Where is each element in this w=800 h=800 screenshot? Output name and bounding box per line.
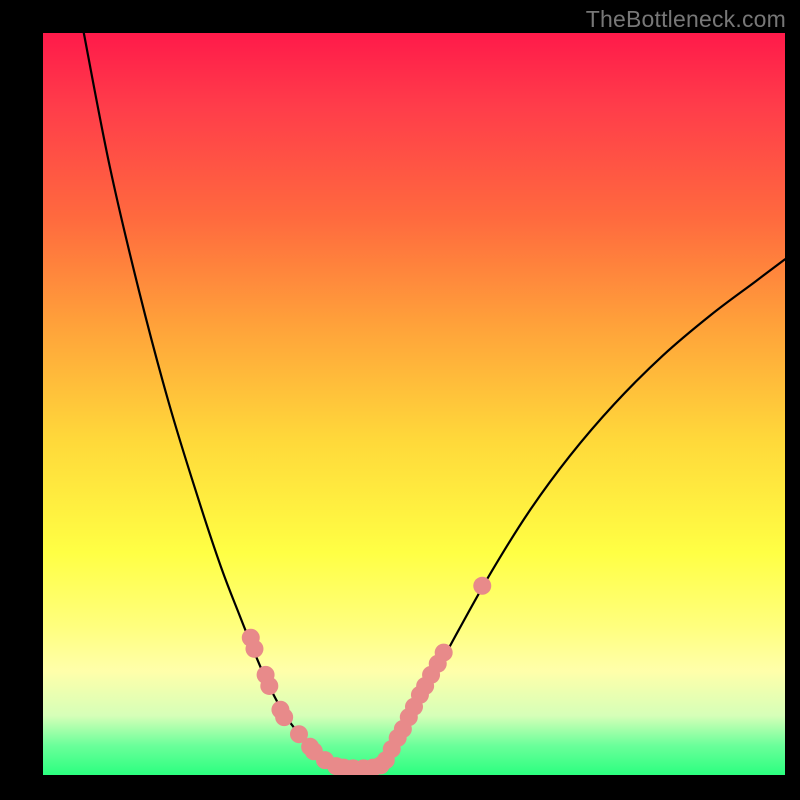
marker-point — [422, 666, 440, 684]
series-group — [84, 33, 785, 769]
marker-point — [473, 577, 491, 595]
marker-point — [327, 757, 345, 775]
marker-point — [372, 756, 390, 774]
marker-point — [335, 759, 353, 775]
marker-point — [355, 759, 373, 775]
marker-point — [416, 677, 434, 695]
marker-point — [316, 751, 334, 769]
marker-point — [344, 759, 362, 775]
watermark-text: TheBottleneck.com — [586, 6, 786, 33]
marker-point — [394, 720, 412, 738]
marker-point — [411, 686, 429, 704]
marker-point — [260, 677, 278, 695]
marker-point — [275, 708, 293, 726]
plot-area — [43, 33, 785, 775]
chart-container: TheBottleneck.com — [0, 0, 800, 800]
marker-point — [364, 759, 382, 775]
marker-point — [290, 725, 308, 743]
marker-point — [435, 644, 453, 662]
markers-group — [242, 577, 492, 775]
marker-point — [389, 729, 407, 747]
curve-right-branch — [377, 259, 785, 767]
marker-point — [257, 666, 275, 684]
marker-point — [400, 708, 418, 726]
marker-point — [405, 698, 423, 716]
marker-point — [245, 640, 263, 658]
curve-left-branch — [84, 33, 336, 766]
curve-bottom-flat — [336, 768, 377, 770]
marker-point — [377, 751, 395, 769]
marker-point — [301, 738, 319, 756]
marker-point — [271, 701, 289, 719]
marker-point — [305, 742, 323, 760]
marker-point — [242, 629, 260, 647]
marker-point — [429, 655, 447, 673]
marker-point — [383, 740, 401, 758]
chart-svg — [43, 33, 785, 775]
